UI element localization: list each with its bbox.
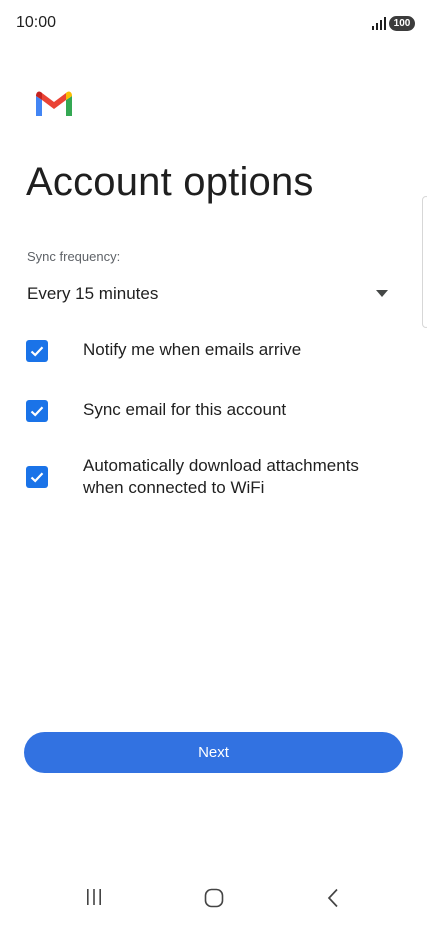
status-time: 10:00 [16,14,57,31]
battery-icon: 100 [389,16,415,31]
option-notify[interactable]: Notify me when emails arrive [26,339,406,363]
option-auto-download[interactable]: Automatically download attachments when … [26,455,406,501]
checkmark-icon [30,406,44,417]
sync-frequency-value: Every 15 minutes [27,284,159,303]
checkmark-icon [30,472,44,483]
back-icon[interactable] [326,888,340,908]
next-button[interactable]: Next [24,732,403,773]
option-sync-email-label: Sync email for this account [83,400,287,419]
notify-checkbox[interactable] [26,340,48,362]
signal-icon [372,17,386,30]
sync-email-checkbox[interactable] [26,400,48,422]
navigation-bar [0,870,427,926]
scroll-edge-handle[interactable] [422,196,427,328]
status-bar: 10:00 100 [0,0,427,48]
sync-frequency-dropdown[interactable]: Every 15 minutes [27,278,393,310]
home-icon[interactable] [204,888,224,908]
dropdown-arrow-icon [376,290,388,297]
gmail-logo [36,91,72,116]
recent-apps-icon[interactable] [85,888,103,906]
option-auto-download-label: Automatically download attachments when … [83,456,359,497]
page-title: Account options [26,160,314,204]
option-notify-label: Notify me when emails arrive [83,340,302,359]
option-sync-email[interactable]: Sync email for this account [26,399,406,423]
checkmark-icon [30,346,44,357]
sync-frequency-label: Sync frequency: [27,249,121,264]
auto-download-checkbox[interactable] [26,466,48,488]
